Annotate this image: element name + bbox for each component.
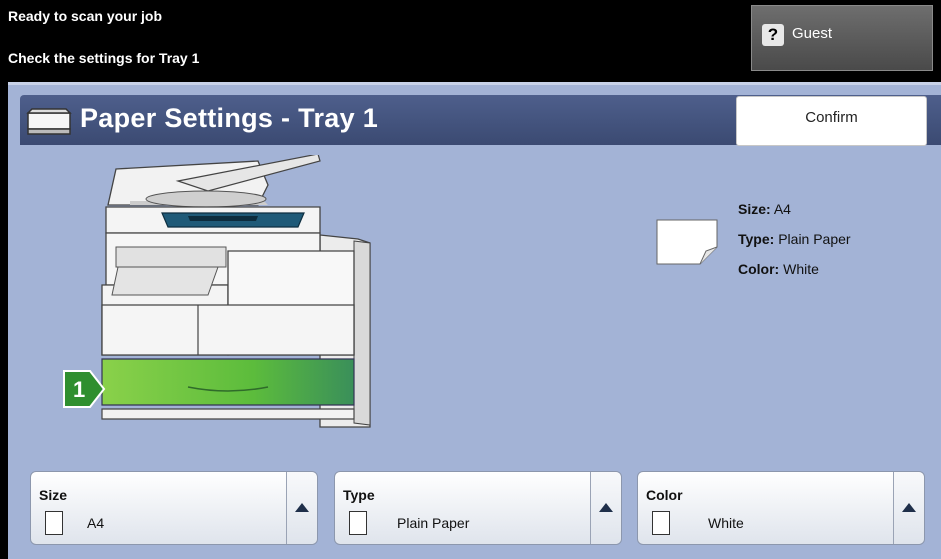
paper-summary: Size: A4 Type: Plain Paper Color: White (738, 197, 851, 287)
color-value: White (708, 515, 744, 531)
triangle-up-icon (599, 503, 613, 512)
confirm-button[interactable]: Confirm (736, 96, 927, 146)
tray-1-badge-icon: 1 (63, 370, 106, 408)
guest-label: Guest (792, 25, 833, 42)
triangle-up-icon (902, 503, 916, 512)
summary-size-value: A4 (773, 201, 791, 217)
color-swatch-icon (652, 511, 670, 535)
status-message: Ready to scan your job (8, 8, 163, 24)
paper-settings-panel: Paper Settings - Tray 1 Confirm 1 Size: … (8, 82, 941, 559)
paper-sheet-icon (656, 219, 718, 265)
summary-color-label: Color: (738, 261, 780, 277)
summary-size-label: Size: (738, 201, 771, 217)
status-bar: Ready to scan your job Check the setting… (0, 0, 941, 80)
page-title: Paper Settings - Tray 1 (80, 103, 379, 133)
triangle-up-icon (295, 503, 309, 512)
help-question-icon: ? (762, 24, 784, 46)
type-expand-button[interactable] (590, 472, 621, 544)
summary-type-value: Plain Paper (778, 231, 851, 247)
color-setting-button[interactable]: Color White (637, 471, 925, 545)
size-swatch-icon (45, 511, 63, 535)
color-label: Color (646, 487, 683, 503)
size-label: Size (39, 487, 68, 503)
color-expand-button[interactable] (893, 472, 924, 544)
type-swatch-icon (349, 511, 367, 535)
type-value: Plain Paper (397, 515, 470, 531)
printer-illustration-icon (101, 155, 371, 428)
type-setting-button[interactable]: Type Plain Paper (334, 471, 622, 545)
type-label: Type (343, 487, 375, 503)
status-instruction: Check the settings for Tray 1 (8, 50, 200, 66)
tray-badge-number: 1 (73, 377, 85, 402)
size-setting-button[interactable]: Size A4 (30, 471, 318, 545)
guest-button[interactable]: ? Guest (751, 5, 933, 71)
size-value: A4 (87, 515, 105, 531)
summary-color-value: White (783, 261, 819, 277)
size-expand-button[interactable] (286, 472, 317, 544)
summary-type-label: Type: (738, 231, 775, 247)
paper-tray-icon (26, 108, 72, 135)
